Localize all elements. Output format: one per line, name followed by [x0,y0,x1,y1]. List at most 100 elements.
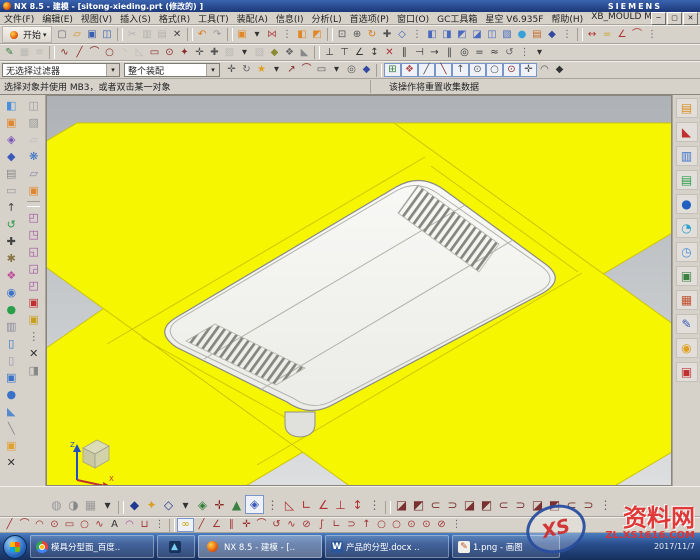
open-window-icon[interactable]: ▣ [235,28,250,42]
pan-icon[interactable]: ✚ [380,28,395,42]
snap-intersection-icon[interactable]: ↑ [452,63,469,77]
circle-c-icon[interactable]: ⊙ [404,518,419,532]
selection-filter-dropdown[interactable]: 无选择过滤器 ▾ [2,63,120,77]
mate-distance-icon[interactable]: ↕ [349,497,366,514]
mw-check-region-icon[interactable]: ◉ [4,284,19,301]
helix-icon[interactable]: ∞ [177,518,194,532]
menu-item[interactable]: 编辑(E) [38,12,77,25]
row-expand-icon[interactable]: ▾ [532,46,547,60]
mw-initialize-project-icon[interactable]: ▣ [4,114,19,131]
pt-sheet-icon[interactable]: ▱ [26,131,41,148]
roles-icon[interactable]: ◉ [676,338,698,358]
chamfer-icon[interactable]: ◺ [132,46,147,60]
circle-icon[interactable]: ○ [102,46,117,60]
part-navigator-icon[interactable]: ▥ [676,146,698,166]
datum-dots-icon[interactable]: ⋮ [264,497,281,514]
taskbar-item-word[interactable]: W 产品的分型.docx .. [325,535,449,558]
up-arrow-icon[interactable]: ↑ [359,518,374,532]
cut-icon[interactable]: ✂ [125,28,140,42]
mate-angle-icon[interactable]: ∟ [298,497,315,514]
arc-snap-icon[interactable]: ⌒ [299,63,314,77]
circle-a-icon[interactable]: ○ [374,518,389,532]
solid-body-filter-icon[interactable]: ◆ [359,63,374,77]
fillet-icon[interactable]: ◝ [117,46,132,60]
flange-7-icon[interactable]: ⊂ [495,497,512,514]
constraint-angle-icon[interactable]: ∠ [352,46,367,60]
link-window-icon[interactable]: ⋈ [265,28,280,42]
plane-grid-icon[interactable]: ▲ [228,497,245,514]
snap-circle-icon[interactable]: ○ [486,63,503,77]
mw-sphere-tool-icon[interactable]: ● [4,386,19,403]
pt-view-manager-icon[interactable]: ◫ [26,97,41,114]
mate-perpendicular-icon[interactable]: ⊥ [332,497,349,514]
mw-workpiece-list-icon[interactable]: ▤ [4,165,19,182]
zoom-icon[interactable]: ⊕ [350,28,365,42]
wave-icon[interactable]: ∿ [284,518,299,532]
view-back-icon[interactable]: ▧ [500,28,515,42]
cascade-window-icon[interactable]: ◧ [295,28,310,42]
taskbar-item-browser[interactable]: 模具分型面_百度.. [30,535,154,558]
pt-cooling-icon[interactable]: ◲ [26,260,41,277]
constraint-concentric-icon[interactable]: ◎ [457,46,472,60]
constraint-navigator-icon[interactable]: ◣ [676,122,698,142]
section-view-icon[interactable]: ◑ [65,497,82,514]
cross-icon[interactable]: ✛ [239,518,254,532]
web-browser-icon[interactable]: ◔ [676,218,698,238]
circle-d-icon[interactable]: ⊙ [419,518,434,532]
view-trimetric-icon[interactable]: ◫ [485,28,500,42]
new-file-icon[interactable]: ▢ [55,28,70,42]
mw-workpiece-icon[interactable]: ▭ [4,182,19,199]
measure-distance-icon[interactable]: ↔ [585,28,600,42]
pt-slide-surface-icon[interactable]: ▱ [26,165,41,182]
menu-item[interactable]: 文件(F) [0,12,38,25]
orient-view-icon[interactable]: ◆ [545,28,560,42]
taskbar-item-nx[interactable]: NX 8.5 - 建模 - [.. [198,535,322,558]
trim-icon[interactable]: ◣ [297,46,312,60]
snap-point-icon[interactable]: ✛ [224,63,239,77]
select-more-icon[interactable]: ▾ [329,63,344,77]
snap-line-icon[interactable]: ╱ [418,63,435,77]
pt-trim-tool-icon[interactable]: ▨ [26,114,41,131]
curve-more-icon[interactable]: ⋮ [449,518,464,532]
sketch-text-icon[interactable]: ≡ [32,46,47,60]
circle2-icon[interactable]: ⊙ [47,518,62,532]
mw-extract-region-icon[interactable]: ▯ [4,335,19,352]
pt-more-icon[interactable]: ⋮ [26,328,41,345]
mw-design-parting-icon[interactable]: ▯ [4,352,19,369]
pt-gate-icon[interactable]: ◳ [26,226,41,243]
view-more-icon[interactable]: ⋮ [560,28,575,42]
subset-icon[interactable]: ⊃ [344,518,359,532]
menu-item[interactable]: 视图(V) [77,12,116,25]
process-studio-icon[interactable]: ▣ [676,266,698,286]
copy-icon[interactable]: ▥ [140,28,155,42]
constraint-parallel-icon[interactable]: ∥ [397,46,412,60]
datum-csys-icon[interactable]: ◇ [160,497,177,514]
lasso-icon[interactable]: ◎ [344,63,359,77]
snap-point-on-curve-icon[interactable]: ✛ [520,63,537,77]
pt-standard-part-icon[interactable]: ◰ [26,209,41,226]
flange-11-icon[interactable]: ⊂ [563,497,580,514]
integral-icon[interactable]: ∫ [314,518,329,532]
angle-line-icon[interactable]: ∠ [209,518,224,532]
menu-item[interactable]: 帮助(H) [547,12,587,25]
line2-icon[interactable]: ╱ [194,518,209,532]
pt-bom-icon[interactable]: ▣ [26,311,41,328]
pt-electrode-icon[interactable]: ◰ [26,277,41,294]
menu-item[interactable]: 首选项(P) [346,12,393,25]
menu-item[interactable]: 装配(A) [233,12,272,25]
curve-dots-icon[interactable]: ⋮ [152,518,167,532]
shaded-view-icon[interactable]: ● [515,28,530,42]
u-profile-icon[interactable]: ⊔ [137,518,152,532]
mate-more-icon[interactable]: ⋮ [366,497,383,514]
mw-parting-surface-icon[interactable]: ▣ [4,369,19,386]
rectangle-select-icon[interactable]: ▭ [314,63,329,77]
menu-item[interactable]: 信息(I) [272,12,308,25]
graphics-window[interactable]: Z X [46,95,672,486]
flange-1-icon[interactable]: ◪ [393,497,410,514]
flange-10-icon[interactable]: ◩ [546,497,563,514]
mw-tooling-icon[interactable]: ✱ [4,250,19,267]
slash-circle-icon[interactable]: ⊘ [299,518,314,532]
menu-item[interactable]: 窗口(O) [393,12,433,25]
flange-more-icon[interactable]: ⋮ [597,497,614,514]
pt-runner-icon[interactable]: ◱ [26,243,41,260]
